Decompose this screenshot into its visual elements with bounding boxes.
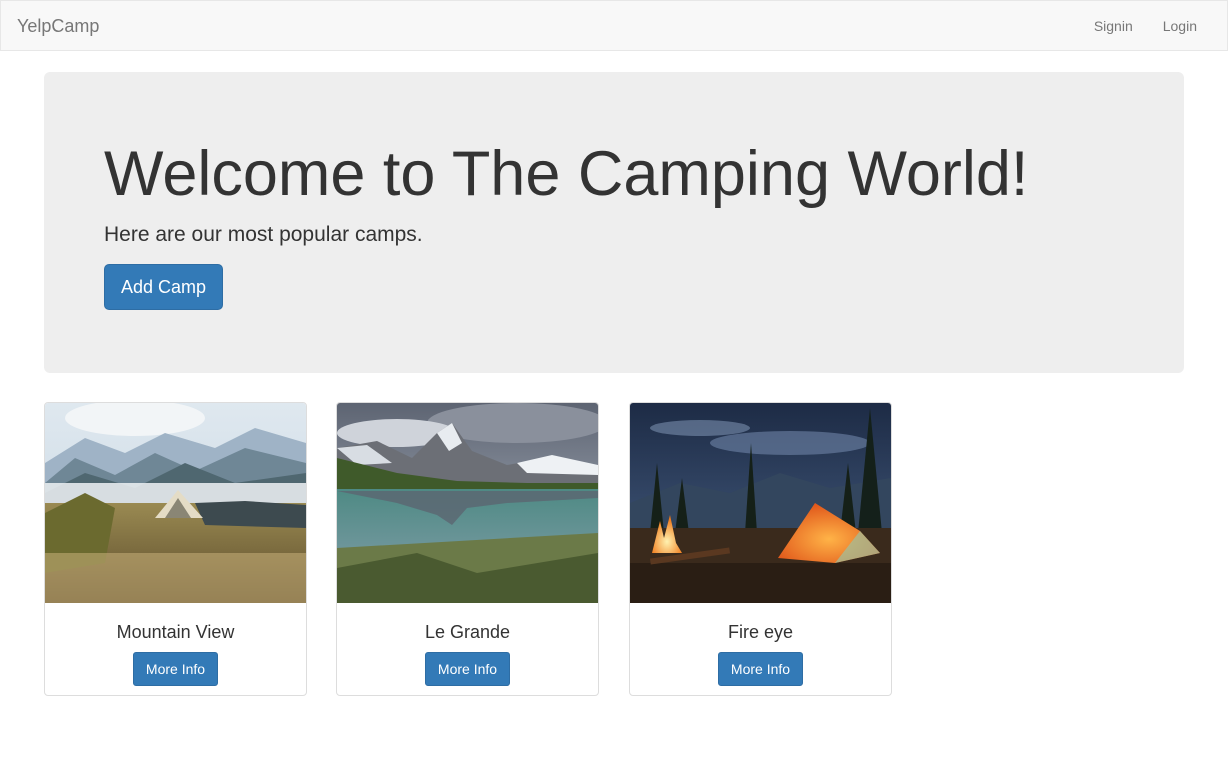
jumbotron: Welcome to The Camping World! Here are o…: [44, 72, 1184, 373]
login-link[interactable]: Login: [1148, 1, 1227, 52]
navbar: YelpCamp Signin Login: [0, 0, 1228, 51]
add-camp-button[interactable]: Add Camp: [104, 264, 223, 310]
camp-name: Mountain View: [116, 622, 235, 642]
camp-image-fire-eye: [630, 403, 891, 603]
camp-card-le-grande: Le Grande More Info: [336, 402, 599, 696]
brand-link[interactable]: YelpCamp: [17, 16, 99, 36]
more-info-button-le-grande[interactable]: More Info: [425, 652, 510, 686]
more-info-button-mountain-view[interactable]: More Info: [133, 652, 218, 686]
nav-right-links: Signin Login: [1079, 1, 1227, 52]
page-subtitle: Here are our most popular camps.: [104, 223, 423, 246]
camp-name: Le Grande: [424, 622, 511, 642]
signin-link[interactable]: Signin: [1079, 1, 1148, 52]
camp-image-mountain-view: [45, 403, 306, 603]
camp-card-fire-eye: Fire eye More Info: [629, 402, 892, 696]
camp-name: Fire eye: [727, 622, 794, 642]
camp-image-le-grande: [337, 403, 598, 603]
page-title: Welcome to The Camping World!: [104, 139, 1029, 209]
camp-card-mountain-view: Mountain View More Info: [44, 402, 307, 696]
more-info-button-fire-eye[interactable]: More Info: [718, 652, 803, 686]
